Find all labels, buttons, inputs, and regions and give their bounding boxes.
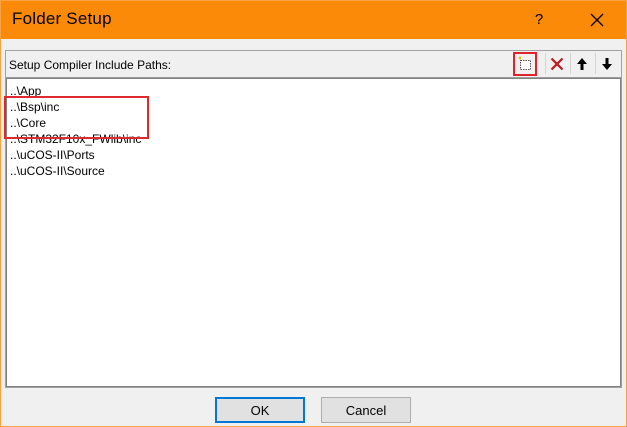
- close-icon: [590, 13, 604, 27]
- list-item[interactable]: ..\App: [10, 83, 41, 99]
- include-paths-list[interactable]: ..\App ..\Bsp\inc ..\Core ..\STM32F10x_F…: [6, 78, 621, 387]
- list-header: Setup Compiler Include Paths:: [6, 51, 621, 78]
- title-bar[interactable]: Folder Setup ?: [1, 1, 626, 39]
- window-title: Folder Setup: [12, 9, 112, 28]
- close-button[interactable]: [577, 5, 617, 35]
- move-down-button[interactable]: [595, 53, 617, 74]
- delete-icon: [550, 57, 563, 70]
- delete-button[interactable]: [545, 53, 567, 74]
- move-down-icon: [601, 57, 612, 70]
- ok-button[interactable]: OK: [215, 397, 305, 423]
- help-button[interactable]: ?: [521, 5, 557, 35]
- new-folder-icon: [518, 56, 531, 70]
- list-item[interactable]: ..\STM32F10x_FWlib\inc: [10, 131, 141, 147]
- list-item[interactable]: ..\uCOS-II\Source: [10, 163, 105, 179]
- list-item[interactable]: ..\Bsp\inc: [10, 99, 59, 115]
- list-item[interactable]: ..\Core: [10, 115, 46, 131]
- list-label: Setup Compiler Include Paths:: [9, 58, 172, 72]
- include-paths-panel: Setup Compiler Include Paths: ..\App ..\…: [5, 50, 622, 388]
- new-folder-button[interactable]: [513, 52, 537, 76]
- list-item[interactable]: ..\uCOS-II\Ports: [10, 147, 95, 163]
- cancel-button[interactable]: Cancel: [321, 397, 411, 423]
- move-up-icon: [576, 57, 587, 70]
- folder-setup-dialog: Folder Setup ? Setup Compiler Include Pa…: [0, 0, 627, 427]
- move-up-button[interactable]: [570, 53, 592, 74]
